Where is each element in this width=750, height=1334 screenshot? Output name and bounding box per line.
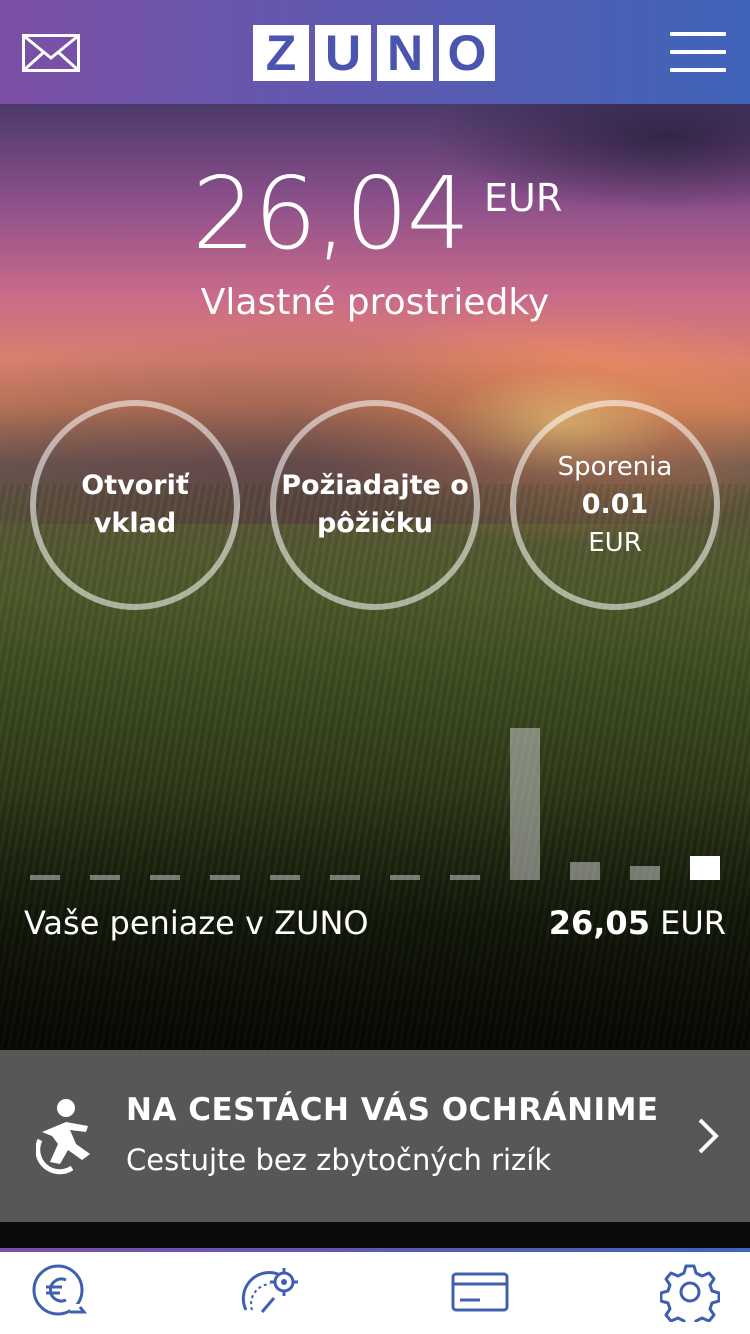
chart-bar <box>690 856 720 880</box>
promo-title: NA CESTÁCH VÁS OCHRÁNIME <box>126 1092 659 1128</box>
chart-bar <box>90 875 120 880</box>
chart-bar <box>150 875 180 880</box>
logo-letter: Z <box>253 25 309 81</box>
logo-letter: N <box>377 25 433 81</box>
chart-bar <box>630 866 660 880</box>
promo-subtitle: Cestujte bez zbytočných rizík <box>126 1143 552 1177</box>
hero-section: 26,04 EUR Vlastné prostriedky Otvoriť vk… <box>0 104 750 1050</box>
card-icon[interactable] <box>450 1262 510 1322</box>
deposit-line1: Otvoriť <box>81 470 189 501</box>
chart-bar <box>270 875 300 880</box>
logo-letter: U <box>315 25 371 81</box>
traveler-icon <box>35 1088 96 1182</box>
settings-gear-icon[interactable] <box>659 1262 721 1330</box>
chart-bar <box>30 875 60 880</box>
app-header: Z U N O <box>0 0 750 104</box>
money-summary-currency: EUR <box>660 904 726 942</box>
request-loan-button[interactable]: Požiadajte o pôžičku <box>270 400 480 610</box>
balance-amount: 26,04 <box>192 155 470 272</box>
bottom-tab-bar <box>0 1252 750 1334</box>
zuno-logo: Z U N O <box>253 25 495 81</box>
logo-letter: O <box>439 25 495 81</box>
balance-currency: EUR <box>484 176 563 220</box>
gauge-settings-icon[interactable] <box>240 1262 300 1322</box>
money-summary-label: Vaše peniaze v ZUNO <box>24 904 369 942</box>
money-summary-amount: 26,05 <box>548 904 650 942</box>
loan-line2: pôžičku <box>316 508 434 539</box>
chart-bar <box>390 875 420 880</box>
deposit-line2: vklad <box>93 508 177 539</box>
savings-value: 0.01 <box>581 489 649 520</box>
balance-label: Vlastné prostriedky <box>200 282 550 323</box>
euro-transfer-icon[interactable] <box>30 1262 90 1322</box>
divider <box>0 1222 750 1248</box>
loan-line1: Požiadajte o <box>281 470 469 501</box>
savings-button[interactable]: Sporenia 0.01 EUR <box>510 400 720 610</box>
hamburger-menu-icon[interactable] <box>670 30 726 74</box>
chart-bar <box>510 728 540 880</box>
savings-currency: EUR <box>588 528 642 558</box>
balance-history-chart <box>0 704 750 884</box>
open-deposit-button[interactable]: Otvoriť vklad <box>30 400 240 610</box>
travel-insurance-banner[interactable]: NA CESTÁCH VÁS OCHRÁNIME Cestujte bez zb… <box>0 1050 750 1222</box>
envelope-icon[interactable] <box>22 34 80 72</box>
chart-bar <box>330 875 360 880</box>
savings-label: Sporenia <box>557 452 673 482</box>
chevron-right-icon <box>694 1116 722 1156</box>
chart-bar <box>450 875 480 880</box>
chart-bar <box>570 862 600 880</box>
chart-bar <box>210 875 240 880</box>
money-summary-value: 26,05 EUR <box>549 904 726 942</box>
